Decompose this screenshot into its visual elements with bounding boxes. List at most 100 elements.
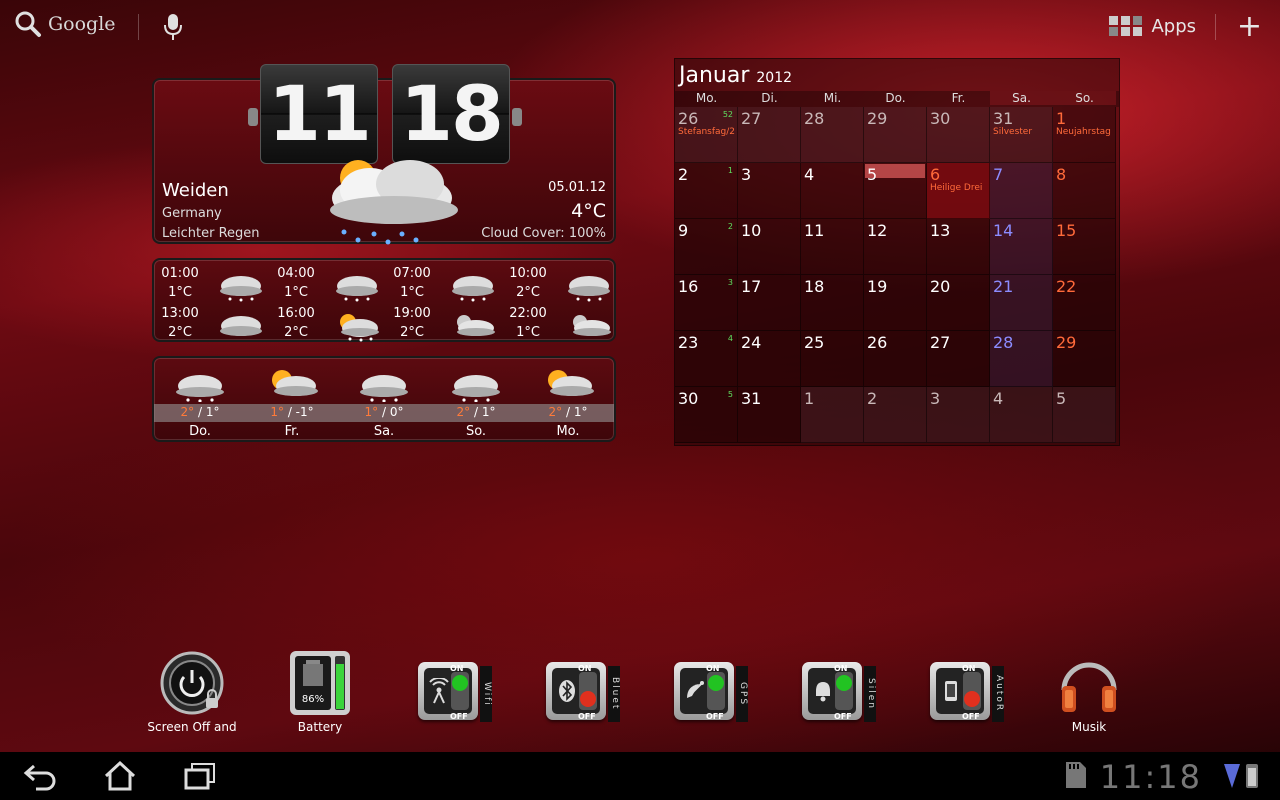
calendar-day-cell[interactable]: 24 xyxy=(738,331,801,387)
calendar-day-number: 6 xyxy=(930,165,941,184)
calendar-year: 2012 xyxy=(756,70,793,86)
status-clock[interactable]: 11:18 xyxy=(1100,758,1202,796)
hourly-time: 16:00 xyxy=(277,306,315,321)
daily-low: / 1° xyxy=(194,405,220,419)
snow-cloud-icon xyxy=(360,375,408,402)
calendar-day-cell[interactable]: 3 xyxy=(738,163,801,219)
calendar-day-cell[interactable]: 16 3 xyxy=(675,275,738,331)
bluetooth-toggle[interactable]: ON OFF xyxy=(546,662,606,721)
calendar-day-number: 28 xyxy=(993,333,1014,352)
sun-snow-cloud-icon xyxy=(340,314,379,342)
apps-button[interactable]: Apps xyxy=(1109,14,1196,38)
calendar-day-cell[interactable]: 27 xyxy=(927,331,990,387)
calendar-day-cell[interactable]: 11 xyxy=(801,219,864,275)
calendar-day-cell[interactable]: 6 Heilige Drei xyxy=(927,163,990,219)
calendar-day-cell[interactable]: 22 xyxy=(1053,275,1116,331)
calendar-event[interactable]: Silvester xyxy=(993,127,1032,137)
calendar-day-cell[interactable]: 4 xyxy=(801,163,864,219)
gps-toggle-label: GPS xyxy=(736,666,748,722)
calendar-day-cell[interactable]: 28 xyxy=(801,107,864,163)
calendar-day-cell[interactable]: 1 Neujahrstag xyxy=(1053,107,1116,163)
toggle-indicator xyxy=(580,691,596,707)
toggle-switch xyxy=(707,672,725,710)
calendar-day-cell[interactable]: 21 xyxy=(675,163,738,219)
calendar-day-cell[interactable]: 4 xyxy=(990,387,1053,443)
calendar-day-cell[interactable]: 18 xyxy=(801,275,864,331)
calendar-day-cell[interactable]: 29 xyxy=(1053,331,1116,387)
calendar-event[interactable]: Stefansfag/2 xyxy=(678,127,735,137)
toggle-on-text: ON xyxy=(706,664,720,673)
calendar-day-cell[interactable]: 26 xyxy=(864,331,927,387)
calendar-widget[interactable]: Januar 2012 Mo. Di. Mi. Do. Fr. Sa. So. 26 52 St… xyxy=(674,58,1120,446)
calendar-day-cell[interactable]: 12 xyxy=(864,219,927,275)
calendar-day-cell[interactable]: 19 xyxy=(864,275,927,331)
autorotate-toggle[interactable]: ON OFF xyxy=(930,662,990,721)
home-icon[interactable] xyxy=(102,760,138,792)
calendar-day-cell[interactable]: 2 xyxy=(864,387,927,443)
divider xyxy=(138,14,139,40)
calendar-day-cell[interactable]: 30 xyxy=(927,107,990,163)
calendar-day-cell[interactable]: 31 xyxy=(738,387,801,443)
calendar-day-cell[interactable]: 31 Silvester xyxy=(990,107,1053,163)
calendar-day-number: 4 xyxy=(804,165,815,184)
mic-icon[interactable] xyxy=(162,12,184,42)
calendar-day-cell[interactable]: 27 xyxy=(738,107,801,163)
signal-battery-icon[interactable] xyxy=(1222,760,1262,792)
calendar-event[interactable]: Neujahrstag xyxy=(1056,127,1111,137)
recent-apps-icon[interactable] xyxy=(182,760,218,792)
hourly-time: 04:00 xyxy=(277,266,315,281)
calendar-day-cell[interactable]: 10 xyxy=(738,219,801,275)
toggle-off-text: OFF xyxy=(450,712,468,721)
top-bar: Google Apps + xyxy=(0,0,1280,56)
back-icon[interactable] xyxy=(22,760,58,792)
calendar-day-cell[interactable]: 15 xyxy=(1053,219,1116,275)
autorotate-toggle-label: AutoR xyxy=(992,666,1004,722)
calendar-event[interactable]: Heilige Drei xyxy=(930,183,982,193)
silent-toggle-label: Silen xyxy=(864,666,876,722)
silent-toggle[interactable]: ON OFF xyxy=(802,662,862,721)
calendar-day-cell[interactable]: 5 xyxy=(1053,387,1116,443)
hourly-time: 13:00 xyxy=(161,306,199,321)
wifi-toggle[interactable]: ON OFF xyxy=(418,662,478,721)
calendar-day-cell[interactable]: 21 xyxy=(990,275,1053,331)
daily-forecast-widget[interactable]: 2° / 1° 1° / -1° 1° / 0° 2° / 1° 2° / 1°… xyxy=(152,356,616,442)
hourly-time: 07:00 xyxy=(393,266,431,281)
calendar-day-cell[interactable]: 20 xyxy=(927,275,990,331)
hourly-temp: 1°C xyxy=(284,285,308,300)
add-widget-icon[interactable]: + xyxy=(1237,12,1262,42)
calendar-day-cell[interactable]: 17 xyxy=(738,275,801,331)
calendar-day-cell[interactable]: 92 xyxy=(675,219,738,275)
music-app-shortcut[interactable]: Musik xyxy=(1052,650,1126,734)
calendar-day-cell[interactable]: 28 xyxy=(990,331,1053,387)
toggle-off-text: OFF xyxy=(578,712,596,721)
daily-day: Mo. xyxy=(556,424,580,439)
gps-toggle[interactable]: ON OFF xyxy=(674,662,734,721)
battery-widget[interactable]: 86% Battery xyxy=(288,650,352,734)
calendar-day-number: 28 xyxy=(804,109,825,128)
weather-temperature: 4°C xyxy=(571,200,606,222)
calendar-day-cell[interactable]: 25 xyxy=(801,331,864,387)
search-icon xyxy=(15,11,41,37)
google-search[interactable]: Google xyxy=(14,10,116,38)
calendar-month: Januar xyxy=(679,63,750,88)
calendar-day-cell[interactable]: 3 xyxy=(927,387,990,443)
calendar-day-cell[interactable]: 5 xyxy=(864,163,927,219)
hourly-forecast-widget[interactable]: 01:00 1°C 04:00 1°C 07:00 1°C 10:00 2°C 13:0… xyxy=(152,258,616,342)
calendar-day-cell[interactable]: 30 5 xyxy=(675,387,738,443)
calendar-day-cell[interactable]: 26 52 Stefansfag/2 xyxy=(675,107,738,163)
snow-cloud-icon xyxy=(568,276,610,302)
calendar-day-cell[interactable]: 23 4 xyxy=(675,331,738,387)
calendar-day-cell[interactable]: 29 xyxy=(864,107,927,163)
battery-icon: 86% xyxy=(290,651,350,715)
calendar-day-cell[interactable]: 8 xyxy=(1053,163,1116,219)
clock-weather-widget[interactable]: 11 18 Weiden Germany Leichter Regen 05.0… xyxy=(152,64,616,245)
calendar-day-cell[interactable]: 7 xyxy=(990,163,1053,219)
calendar-day-cell[interactable]: 13 xyxy=(927,219,990,275)
weather-country: Germany xyxy=(162,206,222,221)
snow-cloud-icon xyxy=(336,276,378,302)
calendar-day-cell[interactable]: 14 xyxy=(990,219,1053,275)
screen-off-shortcut[interactable]: Screen Off and xyxy=(146,650,238,734)
calendar-day-number: 3 xyxy=(930,389,941,408)
toggle-switch xyxy=(579,672,597,710)
calendar-day-cell[interactable]: 1 xyxy=(801,387,864,443)
